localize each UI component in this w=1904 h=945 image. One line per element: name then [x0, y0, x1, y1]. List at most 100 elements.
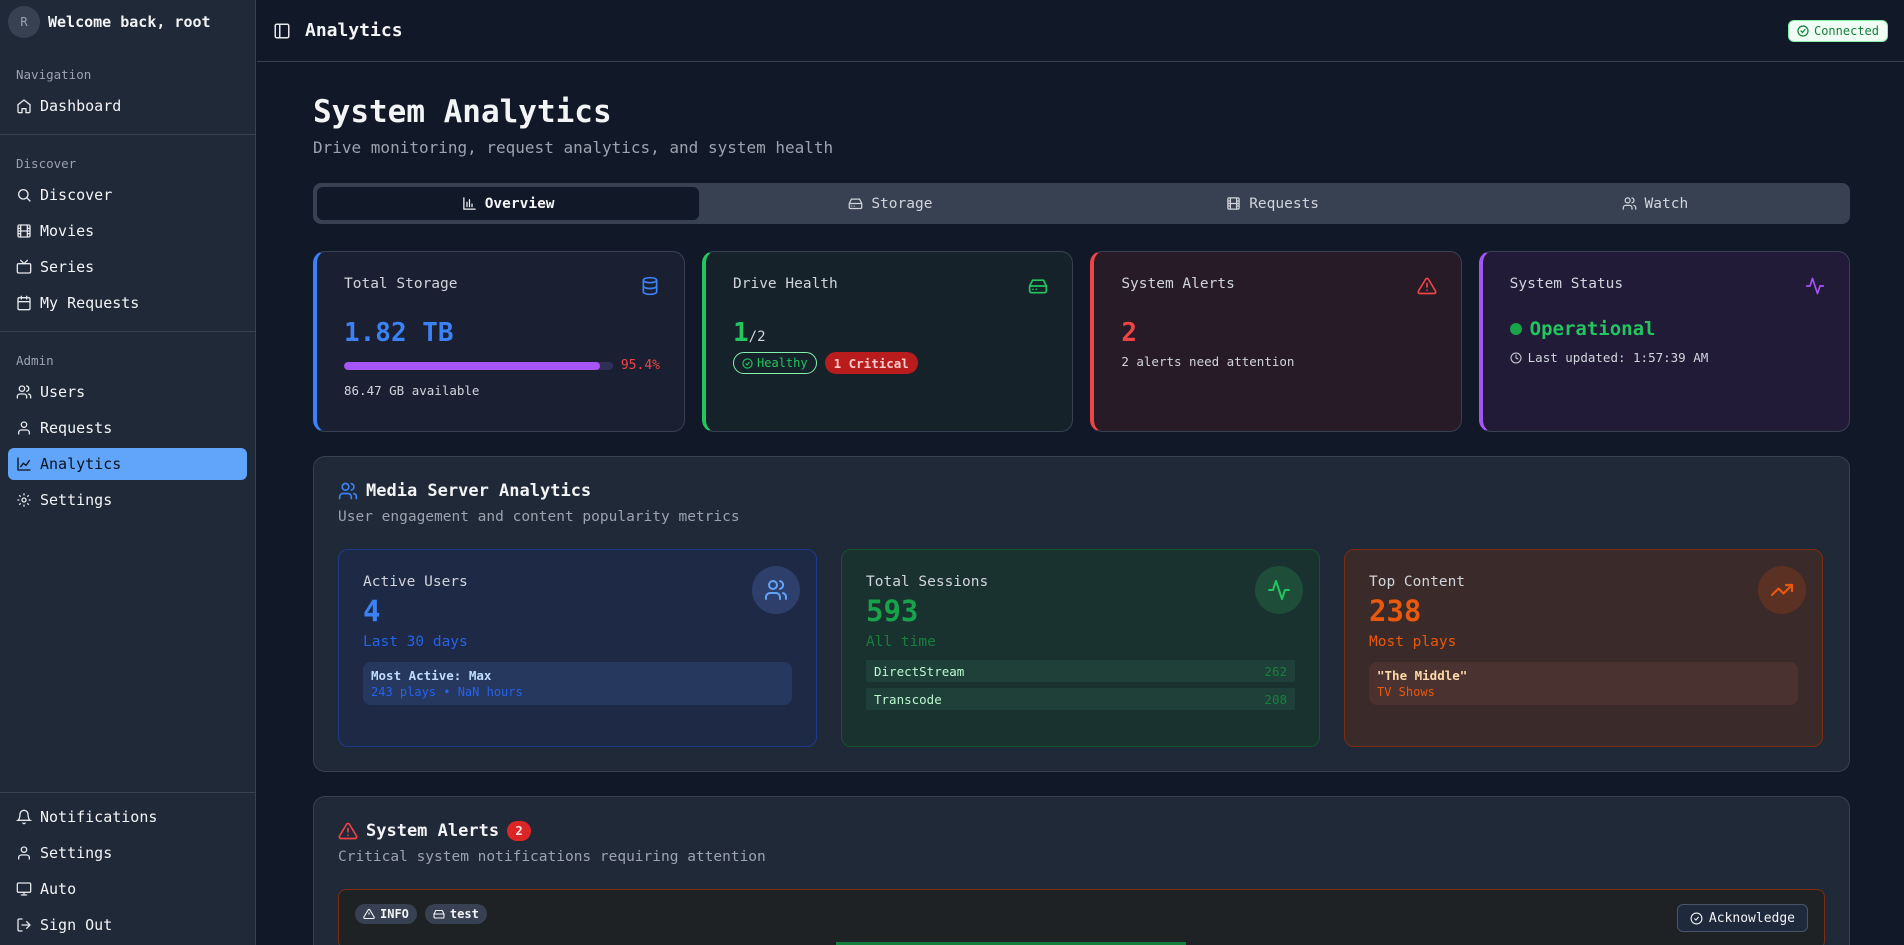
tab-label: Watch [1644, 195, 1689, 212]
monitor-icon [16, 882, 32, 896]
chart-icon [17, 457, 31, 471]
most-active-sub: 243 plays • NaN hours [371, 685, 523, 699]
tab-label: Requests [1249, 195, 1320, 212]
divider [0, 134, 255, 135]
drive-health-badges: Healthy 1 Critical [733, 352, 1048, 374]
storage-progress-bar [344, 361, 613, 370]
stat-cards: Total Storage 1.82 TB 95.4% 86.47 GB ava… [313, 251, 1850, 432]
panel-subtitle: User engagement and content popularity m… [338, 509, 740, 525]
system-status-card: System Status Operational Last updated: … [1478, 251, 1850, 432]
sidebar-item-notifications[interactable]: Notifications [8, 801, 247, 833]
page-title: System Analytics [313, 94, 612, 130]
drive-total: /2 [748, 329, 766, 345]
session-type: Transcode [874, 691, 942, 707]
tab-bar: Overview Storage Requests Watch [313, 183, 1850, 224]
sidebar-item-label: Analytics [40, 455, 122, 473]
check-circle-icon [1797, 24, 1809, 37]
session-count: 208 [1264, 691, 1287, 707]
drive-health-value: 1/2 [733, 318, 1048, 348]
tab-requests[interactable]: Requests [1082, 187, 1464, 220]
sidebar-item-label: Notifications [40, 808, 158, 826]
healthy-label: Healthy [757, 356, 808, 370]
sessions-value: 593 [866, 594, 919, 628]
group-label: Admin [16, 352, 54, 368]
session-type: DirectStream [874, 663, 965, 679]
alert-count-badge: 2 [507, 821, 532, 841]
topbar: Analytics Connected [257, 0, 1904, 62]
search-icon [18, 189, 31, 202]
welcome-text: Welcome back, root [48, 13, 211, 31]
check-circle-icon [742, 357, 753, 369]
card-label: System Alerts [1121, 276, 1235, 292]
tab-label: Storage [871, 195, 933, 212]
healthy-badge: Healthy [733, 352, 817, 374]
group-label: Discover [16, 155, 77, 171]
total-storage-card: Total Storage 1.82 TB 95.4% 86.47 GB ava… [313, 251, 685, 432]
warning-triangle-icon [363, 908, 375, 920]
sidebar-item-my-requests[interactable]: My Requests [8, 287, 247, 319]
system-alerts-panel: System Alerts 2 Critical system notifica… [313, 796, 1850, 945]
divider [0, 331, 255, 332]
sidebar-item-label: Series [40, 258, 95, 276]
media-server-analytics-panel: Media Server Analytics User engagement a… [313, 456, 1850, 772]
avatar[interactable]: R [8, 6, 40, 38]
panel-title-text: Media Server Analytics [366, 481, 592, 501]
topbar-title: Analytics [305, 20, 403, 41]
users-icon [1622, 197, 1636, 210]
warning-triangle-icon [1417, 277, 1437, 295]
tab-storage[interactable]: Storage [699, 187, 1081, 220]
sidebar-item-discover[interactable]: Discover [8, 179, 247, 211]
sidebar-group-navigation: Navigation Dashboard [0, 58, 255, 122]
hard-drive-icon [433, 909, 445, 919]
sidebar-toggle-icon[interactable] [273, 22, 291, 40]
acknowledge-button[interactable]: Acknowledge [1676, 904, 1808, 932]
sidebar-item-sign-out[interactable]: Sign Out [8, 909, 247, 941]
sidebar-group-discover: Discover Discover Movies Series My Reque… [0, 147, 255, 319]
logout-icon [17, 918, 31, 932]
sidebar-item-movies[interactable]: Movies [8, 215, 247, 247]
top-content-sub: Most plays [1369, 634, 1457, 650]
sidebar-item-series[interactable]: Series [8, 251, 247, 283]
card-label: Drive Health [733, 276, 838, 292]
sidebar-item-label: Auto [40, 880, 77, 898]
session-count: 262 [1264, 663, 1287, 679]
drive-health-card: Drive Health 1/2 Healthy 1 Critical [702, 251, 1074, 432]
last-updated: Last updated: 1:57:39 AM [1510, 350, 1825, 365]
session-row: DirectStream 262 [866, 660, 1295, 682]
alerts-note: 2 alerts need attention [1121, 354, 1295, 369]
tab-watch[interactable]: Watch [1464, 187, 1846, 220]
most-active-title: Most Active: Max [371, 668, 492, 683]
sidebar-item-dashboard[interactable]: Dashboard [8, 90, 247, 122]
trending-up-icon [1770, 583, 1794, 597]
status-value: Operational [1529, 318, 1656, 340]
activity-icon [1268, 580, 1290, 600]
page-subtitle: Drive monitoring, request analytics, and… [313, 138, 834, 157]
sidebar-item-requests[interactable]: Requests [8, 412, 247, 444]
users-icon [16, 385, 32, 399]
tab-overview[interactable]: Overview [317, 187, 700, 220]
gear-icon [17, 493, 31, 507]
critical-badge: 1 Critical [824, 352, 918, 374]
hard-drive-icon [1029, 279, 1048, 294]
acknowledge-label: Acknowledge [1708, 910, 1795, 926]
tab-label: Overview [484, 195, 555, 212]
sidebar-header: R Welcome back, root [0, 0, 255, 44]
user-icon [18, 846, 30, 860]
top-content-card: Top Content 238 Most plays "The Middle" … [1344, 549, 1823, 747]
sessions-icon-badge [1255, 566, 1303, 614]
sidebar-item-label: Requests [40, 419, 113, 437]
sidebar-item-users[interactable]: Users [8, 376, 247, 408]
alert-item: INFO test Acknowledge [338, 889, 1825, 945]
sidebar-item-settings[interactable]: Settings [8, 484, 247, 516]
film-icon [17, 224, 31, 238]
warning-triangle-icon [338, 822, 358, 840]
sidebar-item-label: Users [40, 383, 86, 401]
sidebar-item-account-settings[interactable]: Settings [8, 837, 247, 869]
sidebar-item-theme-auto[interactable]: Auto [8, 873, 247, 905]
session-types: DirectStream 262 Transcode 208 [866, 660, 1295, 710]
alert-source: test [449, 907, 479, 921]
sidebar-item-analytics[interactable]: Analytics [8, 448, 247, 480]
card-label: Total Storage [344, 276, 458, 292]
active-users-value: 4 [363, 594, 381, 628]
healthy-count: 1 [733, 318, 749, 348]
